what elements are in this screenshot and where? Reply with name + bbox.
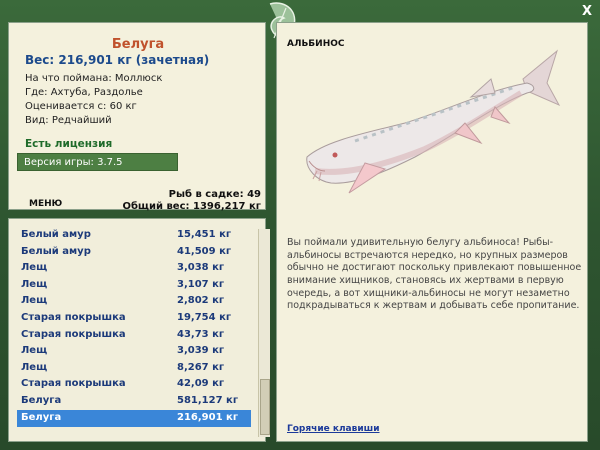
close-button[interactable]: X: [582, 4, 592, 19]
list-item-name: Белуга: [21, 395, 62, 406]
list-item[interactable]: Лещ 3,039 кг: [17, 343, 251, 360]
list-item-weight: 581,127 кг: [177, 395, 239, 406]
list-item-weight: 42,09 кг: [177, 378, 225, 390]
list-item[interactable]: Белуга 581,127 кг: [17, 393, 251, 410]
list-item[interactable]: Белый амур 41,509 кг: [17, 244, 251, 261]
list-item-weight: 8,267 кг: [177, 361, 225, 373]
fish-description: Вы поймали удивительную белугу альбиноса…: [287, 237, 582, 312]
list-item-name: Белуга: [21, 411, 62, 423]
list-item-name: Лещ: [21, 278, 48, 290]
fish-bait: На что поймана: Моллюск: [25, 73, 163, 84]
list-item-name: Старая покрышка: [21, 378, 126, 390]
list-item[interactable]: Старая покрышка 19,754 кг: [17, 310, 251, 327]
menu-button[interactable]: МЕНЮ: [29, 199, 62, 209]
fish-location: Где: Ахтуба, Раздолье: [25, 87, 143, 98]
list-item-weight: 3,038 кг: [177, 262, 225, 274]
list-item-name: Лещ: [21, 262, 48, 274]
fish-kind: Вид: Редчайший: [25, 115, 112, 126]
list-item-weight: 2,802 кг: [177, 295, 225, 307]
fish-detail-panel: АЛЬБИНОС Вы поймали удивительную белугу …: [276, 22, 588, 442]
list-item-weight: 216,901 кг: [177, 411, 239, 423]
list-item-weight: 43,73 кг: [177, 328, 225, 340]
list-item[interactable]: Лещ 8,267 кг: [17, 360, 251, 377]
list-item-name: Лещ: [21, 345, 48, 357]
hotkeys-link[interactable]: Горячие клавиши: [287, 424, 380, 434]
list-item[interactable]: Белый амур 15,451 кг: [17, 227, 251, 244]
catch-list: Белый амур 15,451 кг Белый амур 41,509 кг Ле…: [8, 218, 270, 442]
list-item-name: Старая покрышка: [21, 312, 126, 323]
list-item-weight: 3,039 кг: [177, 345, 225, 357]
fish-weight: Вес: 216,901 кг (зачетная): [25, 53, 210, 67]
list-item-name: Лещ: [21, 361, 48, 373]
list-item[interactable]: Лещ 2,802 кг: [17, 293, 251, 310]
list-item-name: Лещ: [21, 295, 48, 307]
total-weight: Общий вес: 1396,217 кг: [122, 201, 261, 212]
beluga-fish-image: [306, 49, 561, 194]
license-status: Есть лицензия: [25, 138, 113, 150]
fish-info-panel: Белуга Вес: 216,901 кг (зачетная) На что…: [8, 22, 266, 212]
list-item[interactable]: Старая покрышка 43,73 кг: [17, 327, 251, 344]
fish-valued-from: Оценивается с: 60 кг: [25, 101, 137, 112]
list-item-name: Белый амур: [21, 245, 91, 257]
list-item[interactable]: Белуга 216,901 кг: [17, 409, 251, 427]
catch-list-scrollbar[interactable]: [258, 229, 270, 437]
fish-count: Рыб в садке: 49: [168, 189, 261, 200]
list-item-weight: 41,509 кг: [177, 245, 232, 257]
fish-name: Белуга: [111, 37, 165, 52]
version-bar: Версия игры: 3.7.5: [17, 153, 178, 171]
list-item-weight: 19,754 кг: [177, 312, 232, 323]
list-item[interactable]: Лещ 3,107 кг: [17, 277, 251, 294]
list-item[interactable]: Старая покрышка 42,09 кг: [17, 376, 251, 393]
scrollbar-thumb[interactable]: [260, 379, 270, 435]
list-item-weight: 3,107 кг: [177, 278, 225, 290]
list-item-weight: 15,451 кг: [177, 229, 232, 240]
list-item-name: Белый амур: [21, 229, 91, 240]
list-item-name: Старая покрышка: [21, 328, 126, 340]
list-item[interactable]: Лещ 3,038 кг: [17, 260, 251, 277]
